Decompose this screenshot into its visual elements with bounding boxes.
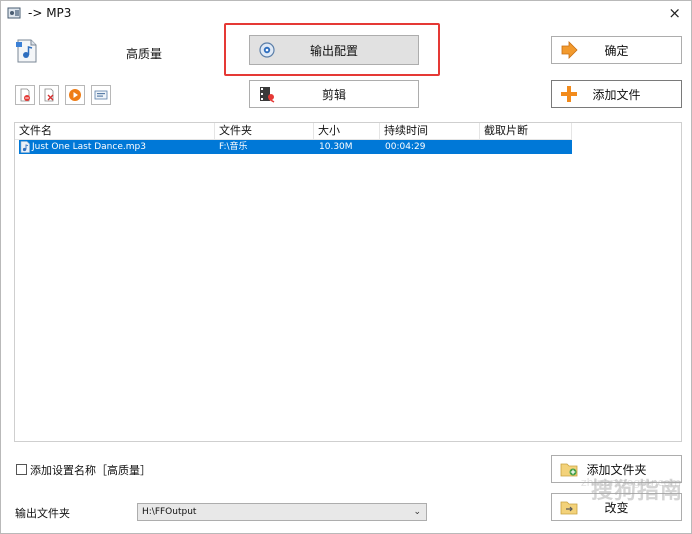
- output-folder-select[interactable]: H:\FFOutput ⌄: [137, 503, 427, 521]
- remove-file-icon: [20, 88, 30, 102]
- play-button[interactable]: [65, 85, 85, 105]
- column-header-folder[interactable]: 文件夹: [215, 123, 314, 139]
- add-folder-label: 添加文件夹: [586, 462, 647, 477]
- cell-size: 10.30M: [319, 142, 353, 152]
- remove-file-button[interactable]: [15, 85, 35, 105]
- column-header-duration[interactable]: 持续时间: [380, 123, 480, 139]
- add-setting-name-label: 添加设置名称［高质量］: [30, 464, 151, 477]
- info-button[interactable]: [91, 85, 111, 105]
- app-icon: [7, 7, 21, 19]
- folder-change-icon: [560, 501, 578, 515]
- audio-file-icon: [20, 141, 30, 153]
- info-icon: [94, 90, 108, 100]
- list-header: 文件名 文件夹 大小 持续时间 截取片断: [15, 123, 572, 140]
- cell-duration: 00:04:29: [385, 142, 426, 152]
- output-folder-label: 输出文件夹: [15, 507, 70, 520]
- window-title: -> MP3: [28, 6, 72, 20]
- close-icon[interactable]: ×: [668, 4, 681, 22]
- add-file-button[interactable]: 添加文件: [551, 80, 682, 108]
- cell-folder: F:\音乐: [219, 142, 248, 152]
- add-file-label: 添加文件: [592, 87, 641, 102]
- preset-label: 高质量: [126, 47, 163, 61]
- table-row[interactable]: Just One Last Dance.mp3 F:\音乐 10.30M 00:…: [19, 140, 572, 154]
- clip-button[interactable]: 剪辑: [249, 80, 419, 108]
- play-icon: [69, 89, 81, 101]
- add-setting-name-checkbox[interactable]: [16, 464, 27, 475]
- clip-label: 剪辑: [321, 87, 346, 102]
- file-list[interactable]: 文件名 文件夹 大小 持续时间 截取片断 Just One Last Dance…: [14, 122, 682, 442]
- chevron-down-icon: ⌄: [413, 507, 421, 517]
- add-folder-button[interactable]: 添加文件夹: [551, 455, 682, 483]
- highlight-box: [224, 23, 440, 76]
- column-header-size[interactable]: 大小: [314, 123, 380, 139]
- plus-icon: [561, 86, 577, 102]
- column-header-filename[interactable]: 文件名: [15, 123, 215, 139]
- ok-label: 确定: [604, 43, 629, 58]
- folder-add-icon: [560, 463, 578, 477]
- change-button[interactable]: 改变: [551, 493, 682, 521]
- output-folder-value: H:\FFOutput: [142, 507, 197, 517]
- change-label: 改变: [604, 500, 629, 515]
- arrow-right-icon: [561, 41, 578, 59]
- clear-list-button[interactable]: [39, 85, 59, 105]
- clear-list-icon: [44, 88, 54, 102]
- cell-filename: Just One Last Dance.mp3: [32, 142, 146, 152]
- mp3-format-icon: [16, 39, 37, 63]
- ok-button[interactable]: 确定: [551, 36, 682, 64]
- film-scissors-icon: [260, 87, 275, 103]
- converter-window: -> MP3 × 高质量 输出配置 确定 剪辑 添加文件 文件名 文件夹 大小 …: [0, 0, 692, 534]
- column-header-clip[interactable]: 截取片断: [480, 123, 572, 139]
